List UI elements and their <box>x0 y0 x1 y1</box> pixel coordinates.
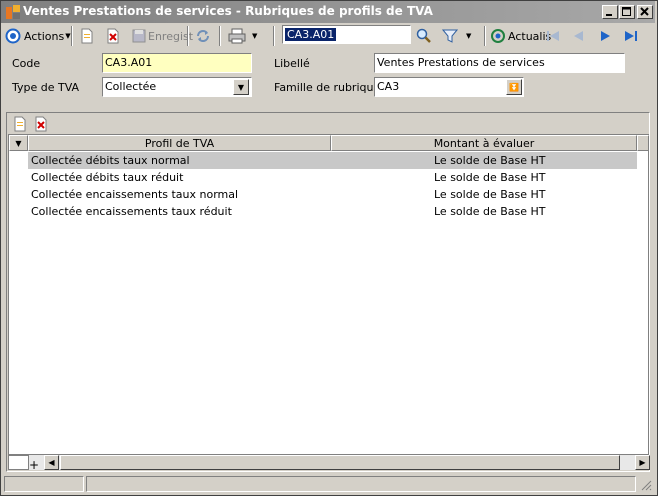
add-record-icon[interactable]: + <box>29 459 43 471</box>
cell-montant: Le solde de Base HT <box>434 154 546 167</box>
status-panel <box>86 476 636 492</box>
save-button[interactable]: Enregist <box>131 25 193 47</box>
horizontal-scrollbar[interactable]: + ◀ ▶ <box>29 455 650 471</box>
arrow-left-icon: ◀ <box>48 458 55 467</box>
type-tva-value: Collectée <box>105 80 157 93</box>
row-selector-header[interactable]: ▼ <box>9 135 28 151</box>
cell-montant: Le solde de Base HT <box>434 205 546 218</box>
refresh-icon <box>491 29 505 43</box>
table-row[interactable]: Collectée encaissements taux réduit Le s… <box>28 203 637 220</box>
scroll-right-button[interactable]: ▶ <box>635 455 650 470</box>
first-record-button[interactable] <box>545 25 561 47</box>
first-record-icon <box>547 31 559 41</box>
toolbar-separator <box>71 26 73 46</box>
cell-montant: Le solde de Base HT <box>434 171 546 184</box>
last-record-icon <box>625 31 637 41</box>
printer-icon <box>228 28 246 44</box>
save-icon <box>132 29 146 43</box>
new-row-icon <box>14 116 26 132</box>
scroll-left-button[interactable]: ◀ <box>44 455 59 470</box>
toolbar-separator <box>219 26 221 46</box>
cell-profil: Collectée encaissements taux normal <box>31 188 239 201</box>
delete-row-icon <box>35 116 47 132</box>
toolbar-separator <box>484 26 486 46</box>
code-field[interactable]: CA3.A01 <box>102 53 252 73</box>
toolbar-separator <box>187 26 189 46</box>
double-chevron-down-icon: ⏬ <box>509 82 519 92</box>
search-icon <box>416 28 431 43</box>
close-icon <box>640 7 649 16</box>
close-button[interactable] <box>637 5 653 19</box>
window-title: Ventes Prestations de services - Rubriqu… <box>23 4 433 18</box>
title-bar[interactable]: Ventes Prestations de services - Rubriqu… <box>1 1 655 23</box>
search-input[interactable]: CA3.A01 <box>282 25 411 44</box>
new-document-icon <box>81 28 93 44</box>
famille-value: CA3 <box>377 80 400 93</box>
filter-icon <box>442 29 458 43</box>
status-panel <box>4 476 84 492</box>
actions-icon <box>5 28 21 44</box>
type-tva-dropdown-button[interactable]: ▼ <box>233 79 249 95</box>
grid-corner <box>8 455 29 470</box>
chevron-down-icon: ▼ <box>252 32 258 40</box>
scroll-thumb[interactable] <box>60 455 620 470</box>
cell-profil: Collectée débits taux normal <box>31 154 190 167</box>
search-input-value: CA3.A01 <box>285 28 337 41</box>
new-button[interactable] <box>79 25 95 47</box>
libelle-field[interactable]: Ventes Prestations de services <box>374 53 625 73</box>
column-header-profil[interactable]: Profil de TVA <box>28 135 331 151</box>
famille-select[interactable]: CA3 <box>374 77 524 97</box>
delete-row-button[interactable] <box>33 116 51 132</box>
resize-grip-icon[interactable] <box>639 478 653 492</box>
sort-down-icon: ▼ <box>15 138 22 148</box>
maximize-button[interactable] <box>619 5 635 19</box>
next-record-button[interactable] <box>597 25 613 47</box>
chevron-down-icon: ▼ <box>466 32 472 40</box>
add-row-button[interactable] <box>12 116 30 132</box>
delete-button[interactable] <box>105 25 121 47</box>
table-row[interactable]: Collectée encaissements taux normal Le s… <box>28 186 637 203</box>
status-bar <box>1 474 655 493</box>
search-button[interactable] <box>416 25 432 47</box>
cell-profil: Collectée encaissements taux réduit <box>31 205 232 218</box>
sync-button[interactable] <box>195 25 211 47</box>
print-button[interactable]: ▼ <box>228 25 257 47</box>
famille-label: Famille de rubrique <box>274 81 381 94</box>
type-tva-label: Type de TVA <box>12 81 80 94</box>
actions-label: Actions <box>24 29 65 43</box>
minimize-icon <box>606 14 612 16</box>
cell-profil: Collectée débits taux réduit <box>31 171 184 184</box>
column-header-montant[interactable]: Montant à évaluer <box>331 135 637 151</box>
table-row[interactable]: Collectée débits taux normal Le solde de… <box>28 152 637 169</box>
delete-icon <box>107 28 119 44</box>
code-label: Code <box>12 57 41 70</box>
chevron-down-icon: ▼ <box>237 82 245 92</box>
chevron-down-icon: ▼ <box>65 32 71 40</box>
famille-dropdown-button[interactable]: ⏬ <box>506 79 522 95</box>
arrow-right-icon: ▶ <box>639 458 646 467</box>
filter-button[interactable]: ▼ <box>442 25 471 47</box>
app-logo-icon <box>5 4 21 20</box>
libelle-label: Libellé <box>274 57 310 70</box>
table-row[interactable]: Collectée débits taux réduit Le solde de… <box>28 169 637 186</box>
cell-montant: Le solde de Base HT <box>434 188 546 201</box>
column-header-filler <box>637 135 649 151</box>
type-tva-select[interactable]: Collectée <box>102 77 252 97</box>
previous-record-icon <box>574 31 583 41</box>
previous-record-button[interactable] <box>571 25 587 47</box>
minimize-button[interactable] <box>602 5 618 19</box>
toolbar-separator <box>273 26 275 46</box>
maximize-icon <box>622 7 631 16</box>
actions-button[interactable]: Actions ▼ <box>5 25 71 47</box>
last-record-button[interactable] <box>623 25 639 47</box>
refresh-button[interactable]: Actualis <box>490 25 551 47</box>
sync-icon <box>197 30 209 42</box>
next-record-icon <box>601 31 610 41</box>
